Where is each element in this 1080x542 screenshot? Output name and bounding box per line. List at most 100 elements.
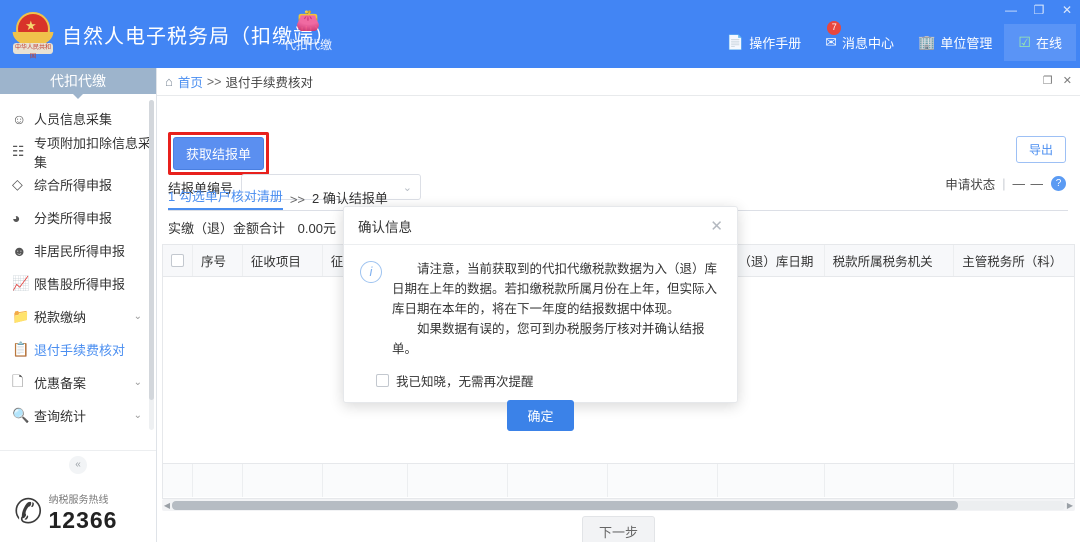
panel-controls: ❐ ✕	[1043, 74, 1072, 87]
application-window: — ❐ ✕ ★ 中华人民共和国 自然人电子税务局（扣缴端） 👛 代扣代缴 📄 操…	[0, 0, 1080, 542]
sidebar-item-tax-payment[interactable]: 📁 税款缴纳 ⌄	[0, 300, 156, 333]
table-header-index: 序号	[193, 245, 243, 276]
minimize-icon[interactable]: —	[1004, 4, 1018, 16]
emblem-caption: 中华人民共和国	[15, 44, 51, 62]
search-doc-icon: 🔍	[12, 407, 34, 424]
get-statement-button[interactable]: 获取结报单	[173, 137, 264, 170]
amount-summary: 实缴（退）金额合计 0.00元	[168, 218, 336, 237]
pie-icon: ◕	[12, 210, 34, 226]
chart-icon: 📈	[12, 275, 34, 292]
online-icon: ☑	[1018, 34, 1031, 51]
chevron-down-icon: ⌄	[134, 410, 142, 421]
checkbox-icon[interactable]	[376, 374, 389, 387]
footer-actions: 下一步	[157, 516, 1080, 542]
header-actions: 📄 操作手册 ✉ 7 消息中心 🏢 单位管理 ☑ 在线	[715, 22, 1076, 62]
export-button[interactable]: 导出	[1016, 136, 1066, 163]
step-separator: >>	[290, 192, 305, 210]
sidebar-item-restricted-shares[interactable]: 📈 限售股所得申报	[0, 267, 156, 300]
header-action-messages[interactable]: ✉ 7 消息中心	[813, 27, 906, 58]
sidebar-item-label: 人员信息采集	[34, 109, 112, 128]
sidebar-collapse-button[interactable]: «	[0, 450, 156, 480]
chevron-down-icon: ⌄	[134, 311, 142, 322]
sidebar-title: 代扣代缴	[0, 68, 156, 94]
folder-icon: 📁	[12, 308, 34, 325]
table-footer-row	[163, 463, 1074, 497]
scrollbar-thumb[interactable]	[172, 501, 958, 510]
sidebar-item-label: 限售股所得申报	[34, 274, 125, 293]
sidebar-item-label: 非居民所得申报	[34, 241, 125, 260]
sidebar-item-classified-income[interactable]: ◕ 分类所得申报	[0, 201, 156, 234]
dialog-close-icon[interactable]: ✕	[710, 217, 723, 235]
header-action-online-status[interactable]: ☑ 在线	[1004, 24, 1076, 61]
sidebar-item-comprehensive-income[interactable]: ◇ 综合所得申报	[0, 168, 156, 201]
sidebar-menu: ☺ 人员信息采集 ☷ 专项附加扣除信息采集 ◇ 综合所得申报 ◕ 分类所得申报 …	[0, 94, 156, 464]
get-statement-highlight: 获取结报单	[168, 132, 269, 175]
sidebar-item-label: 查询统计	[34, 406, 86, 425]
sidebar-item-label: 分类所得申报	[34, 208, 112, 227]
dialog-acknowledge-row[interactable]: 我已知晓，无需再次提醒	[376, 371, 737, 390]
service-hotline: ✆ 纳税服务热线 12366	[14, 490, 117, 533]
dialog-acknowledge-label: 我已知晓，无需再次提醒	[396, 371, 534, 390]
header-action-unit-management[interactable]: 🏢 单位管理	[906, 27, 1004, 58]
sidebar-item-label: 综合所得申报	[34, 175, 112, 194]
sidebar-scrollbar[interactable]	[149, 100, 154, 430]
sidebar-item-query-statistics[interactable]: 🔍 查询统计 ⌄	[0, 399, 156, 432]
header-action-unit-label: 单位管理	[940, 33, 992, 52]
next-step-button[interactable]: 下一步	[582, 516, 655, 542]
breadcrumb: ⌂ 首页 >> 退付手续费核对 ❐ ✕	[157, 68, 1080, 96]
table-header-select-all[interactable]	[163, 245, 193, 276]
chevron-down-icon: ⌄	[134, 377, 142, 388]
sidebar-item-label: 优惠备案	[34, 373, 86, 392]
hotline-number: 12366	[49, 507, 118, 533]
table-horizontal-scrollbar[interactable]: ◀ ▶	[162, 499, 1075, 511]
dialog-header: 确认信息 ✕	[344, 207, 737, 245]
scroll-right-icon[interactable]: ▶	[1065, 501, 1075, 510]
panel-maximize-icon[interactable]: ❐	[1043, 74, 1053, 87]
sidebar-item-preferential-filing[interactable]: 🗋 优惠备案 ⌄	[0, 366, 156, 399]
dialog-actions: 确定	[344, 400, 737, 431]
breadcrumb-separator: >>	[207, 75, 222, 89]
title-bar: — ❐ ✕ ★ 中华人民共和国 自然人电子税务局（扣缴端） 👛 代扣代缴 📄 操…	[0, 0, 1080, 68]
panel-close-icon[interactable]: ✕	[1063, 74, 1072, 87]
table-header-competent-office: 主管税务所（科）	[954, 245, 1074, 276]
dialog-body: i 请注意，当前获取到的代扣代缴税款数据为入（退）库日期在上年的数据。若扣缴税款…	[344, 245, 737, 359]
person-icon: ☺	[12, 111, 34, 127]
breadcrumb-home[interactable]: 首页	[178, 72, 203, 91]
message-count-badge: 7	[827, 21, 841, 35]
module-tab-withholding[interactable]: 👛 代扣代缴	[272, 8, 344, 53]
wallet-icon: 👛	[272, 8, 344, 34]
info-icon: i	[360, 261, 382, 283]
receipt-icon: 📋	[12, 341, 34, 358]
hotline-title: 纳税服务热线	[49, 495, 109, 506]
home-icon[interactable]: ⌂	[165, 74, 173, 89]
sidebar-item-label: 专项附加扣除信息采集	[34, 133, 156, 171]
close-icon[interactable]: ✕	[1060, 4, 1074, 16]
national-emblem-icon: ★ 中华人民共和国	[10, 10, 56, 58]
header-action-manual-label: 操作手册	[749, 33, 801, 52]
table-header-collection-item: 征收项目	[243, 245, 323, 276]
checkbox-icon[interactable]	[171, 254, 184, 267]
list-icon: ☷	[12, 143, 34, 160]
restore-icon[interactable]: ❐	[1032, 4, 1046, 16]
sidebar-item-label: 税款缴纳	[34, 307, 86, 326]
dialog-message: 请注意，当前获取到的代扣代缴税款数据为入（退）库日期在上年的数据。若扣缴税款所属…	[392, 259, 721, 359]
sidebar-item-personnel-info[interactable]: ☺ 人员信息采集	[0, 102, 156, 135]
sidebar-item-nonresident-income[interactable]: ☻ 非居民所得申报	[0, 234, 156, 267]
header-action-messages-label: 消息中心	[842, 33, 894, 52]
confirm-button[interactable]: 确定	[507, 400, 573, 431]
toolbar: 获取结报单 导出 结报单编号 ⌄ 申请状态 | — — ?	[157, 96, 1080, 196]
amount-summary-label: 实缴（退）金额合计	[168, 221, 285, 236]
user-icon: ☻	[12, 243, 34, 259]
doc-icon: 🗋	[12, 371, 34, 395]
collapse-icon: «	[69, 456, 87, 474]
sidebar-item-special-deduction[interactable]: ☷ 专项附加扣除信息采集	[0, 135, 156, 168]
scroll-left-icon[interactable]: ◀	[162, 501, 172, 510]
dialog-paragraph-1: 请注意，当前获取到的代扣代缴税款数据为入（退）库日期在上年的数据。若扣缴税款所属…	[392, 259, 721, 319]
header-action-online-label: 在线	[1036, 33, 1062, 52]
header-action-manual[interactable]: 📄 操作手册	[715, 27, 813, 58]
manual-icon: 📄	[727, 34, 744, 51]
sidebar-item-refund-fee-check[interactable]: 📋 退付手续费核对	[0, 333, 156, 366]
dialog-paragraph-2: 如果数据有误的，您可到办税服务厅核对并确认结报单。	[392, 319, 721, 359]
tab-select-checklist[interactable]: 1 勾选单户核对清册	[168, 186, 283, 210]
sidebar: 代扣代缴 ☺ 人员信息采集 ☷ 专项附加扣除信息采集 ◇ 综合所得申报 ◕ 分类…	[0, 68, 157, 542]
